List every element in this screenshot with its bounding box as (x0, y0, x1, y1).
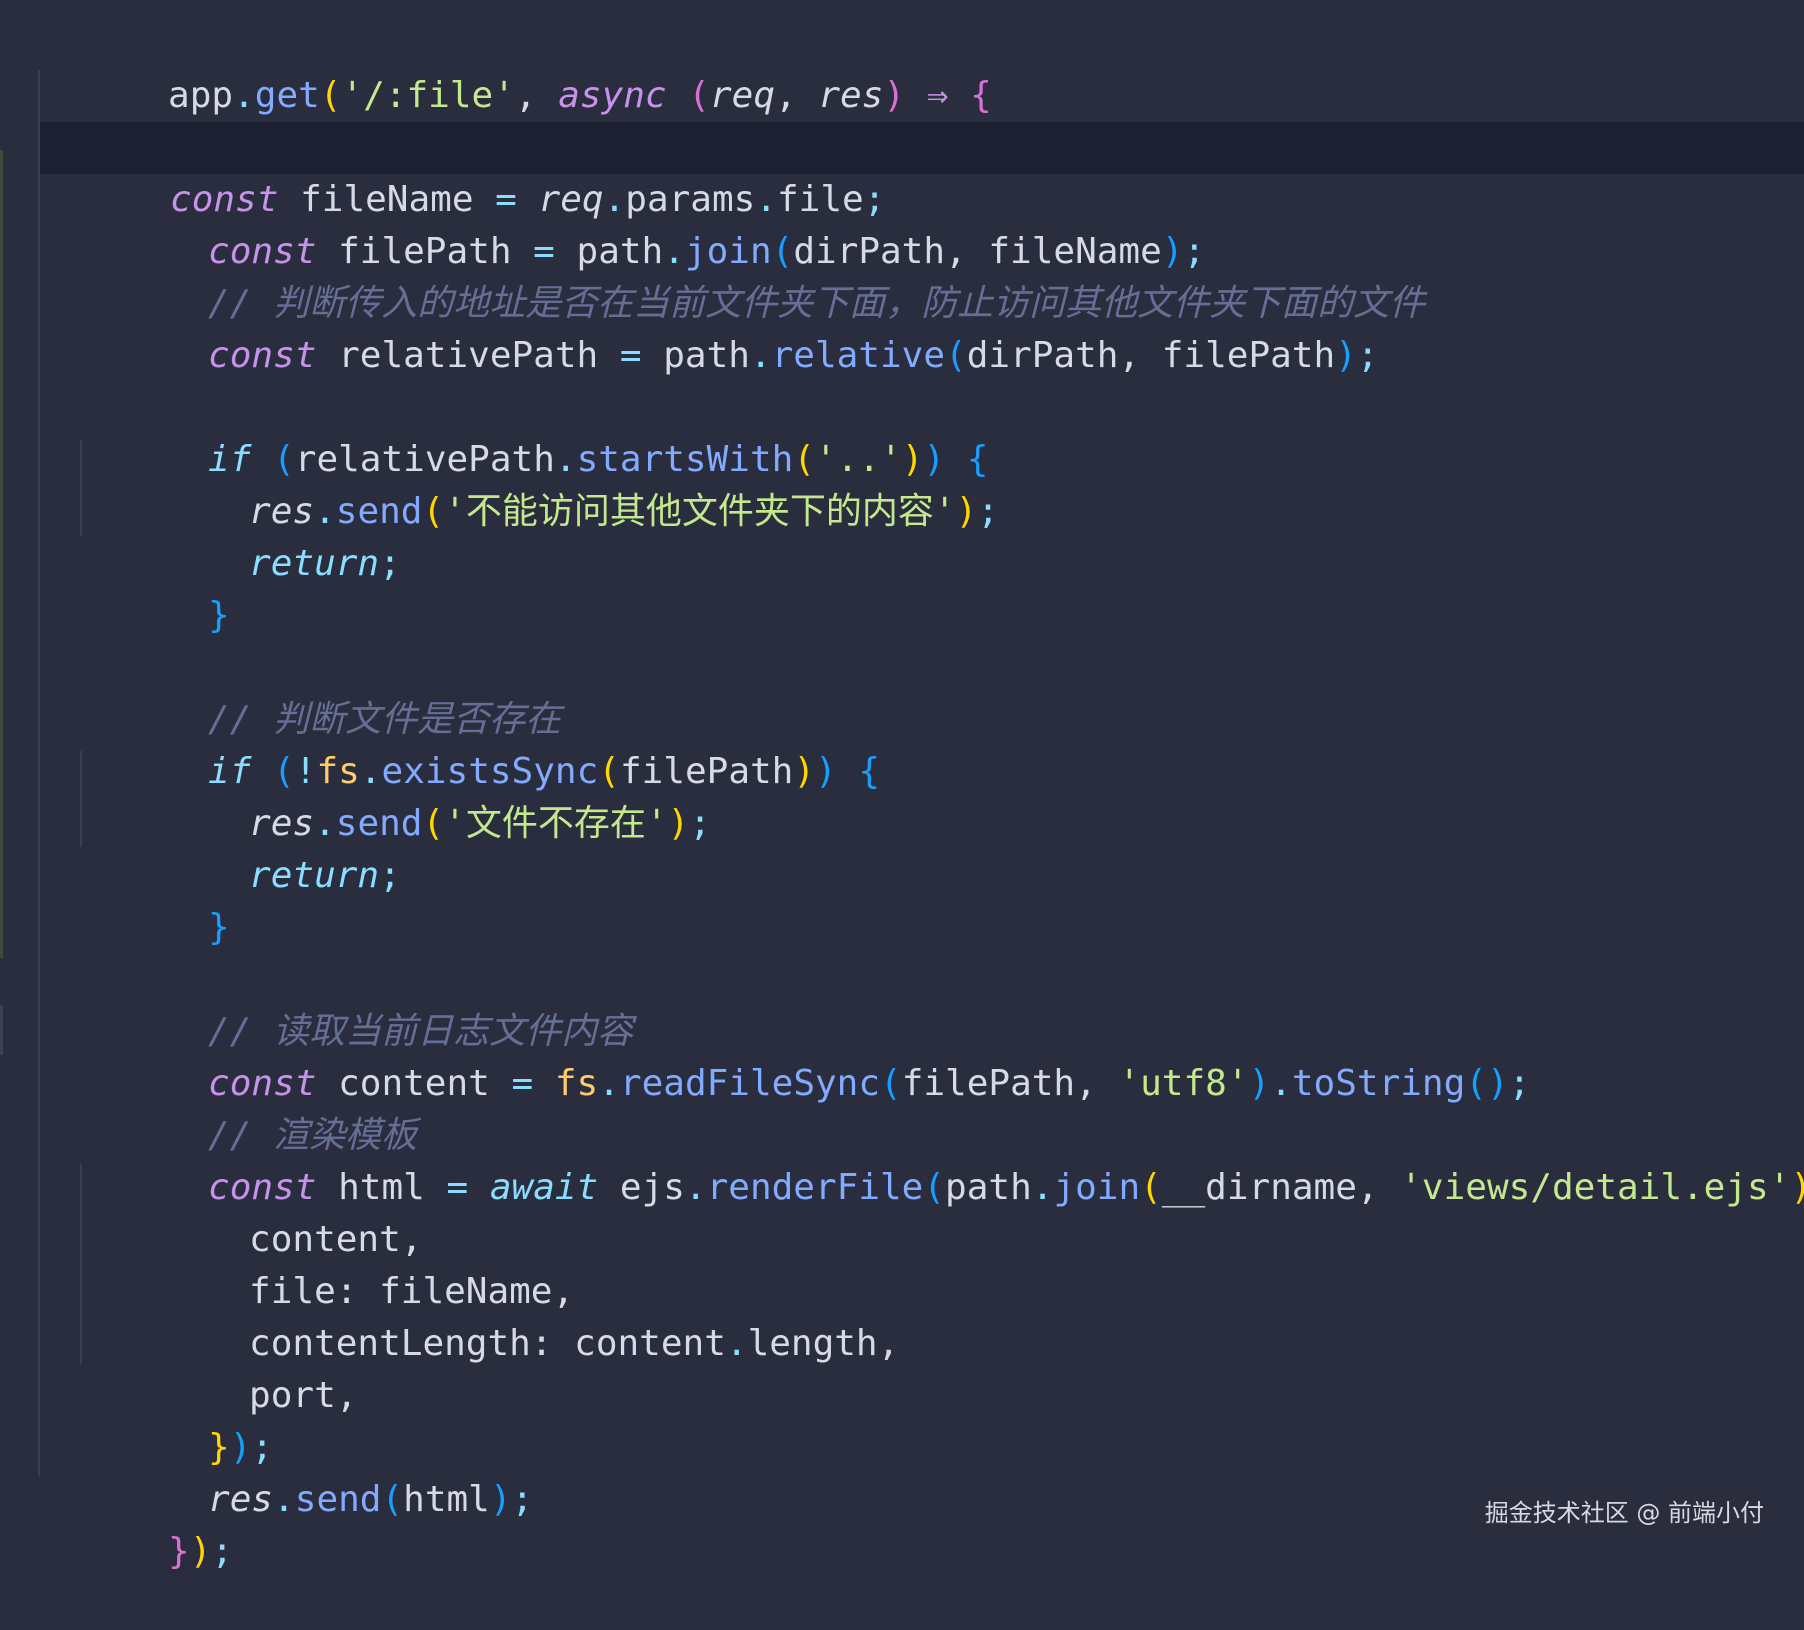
code-line-4[interactable]: const filePath = path.join(dirPath, file… (0, 174, 1804, 272)
code-line-15[interactable]: res.send('文件不存在'); (0, 746, 1804, 844)
code-line-16[interactable]: return; (0, 798, 1804, 896)
code-editor[interactable]: app.get('/:file', async (req, res) ⇒ { /… (0, 0, 1804, 1572)
code-line-1[interactable]: app.get('/:file', async (req, res) ⇒ { (0, 18, 1804, 116)
code-line-25[interactable]: contentLength: content.length, (0, 1266, 1804, 1364)
code-line-2[interactable]: // 获取文件名 (0, 70, 1804, 168)
code-line-19[interactable]: // 读取当前日志文件内容 (0, 954, 1804, 1052)
code-line-20[interactable]: const content = fs.readFileSync(filePath… (0, 1006, 1804, 1104)
code-area[interactable]: app.get('/:file', async (req, res) ⇒ { /… (0, 18, 1804, 1572)
code-line-28[interactable]: res.send(html); (0, 1422, 1804, 1520)
code-line-3-active[interactable]: const fileName = req.params.file; (40, 122, 1804, 220)
code-line-11[interactable]: } (0, 538, 1804, 636)
code-line-17[interactable]: } (0, 850, 1804, 948)
watermark: 掘金技术社区 @ 前端小付 (1484, 1499, 1764, 1527)
code-line-13[interactable]: // 判断文件是否存在 (0, 642, 1804, 740)
code-line-7[interactable] (0, 330, 1804, 382)
code-line-18[interactable] (0, 902, 1804, 954)
code-line-23[interactable]: content, (0, 1162, 1804, 1260)
code-line-14[interactable]: if (!fs.existsSync(filePath)) { (0, 694, 1804, 792)
code-line-10[interactable]: return; (0, 486, 1804, 584)
code-line-24[interactable]: file: fileName, (0, 1214, 1804, 1312)
code-line-27[interactable]: }); (0, 1370, 1804, 1468)
code-line-21[interactable]: // 渲染模板 (0, 1058, 1804, 1156)
code-line-6[interactable]: const relativePath = path.relative(dirPa… (0, 278, 1804, 376)
code-line-22[interactable]: const html = await ejs.renderFile(path.j… (0, 1110, 1804, 1208)
code-line-5[interactable]: // 判断传入的地址是否在当前文件夹下面，防止访问其他文件夹下面的文件 (0, 226, 1804, 324)
code-line-26[interactable]: port, (0, 1318, 1804, 1416)
code-line-12[interactable] (0, 590, 1804, 642)
code-line-8[interactable]: if (relativePath.startsWith('..')) { (0, 382, 1804, 480)
code-line-9[interactable]: res.send('不能访问其他文件夹下的内容'); (0, 434, 1804, 532)
